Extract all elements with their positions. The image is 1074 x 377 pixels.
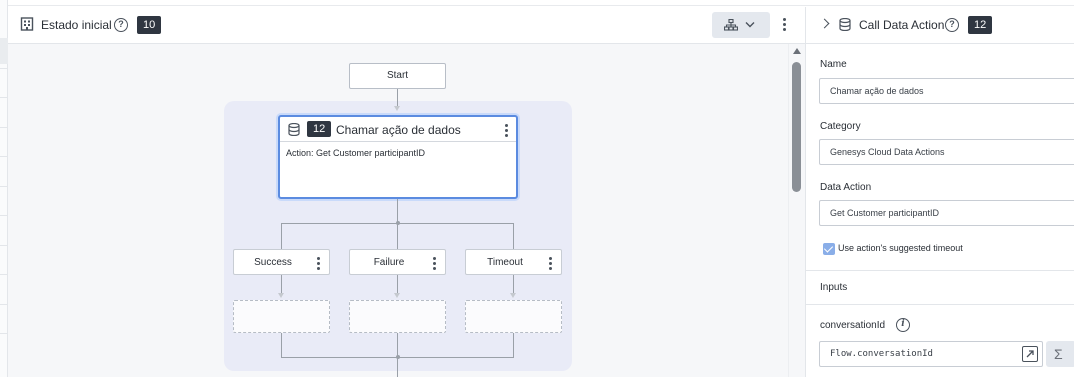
divider <box>806 304 1074 305</box>
properties-title: Call Data Action <box>859 18 945 32</box>
suggested-timeout-label: Use action's suggested timeout <box>838 243 963 253</box>
gutter-tick <box>0 215 8 216</box>
output-success[interactable]: Success <box>233 249 330 275</box>
layout-dropdown-button[interactable] <box>712 12 770 38</box>
connector-arrow-icon <box>394 293 400 298</box>
expression-mode-button[interactable]: Σ <box>1046 341 1074 367</box>
scroll-up-arrow-icon[interactable] <box>793 48 801 54</box>
properties-header: Call Data Action ? 12 <box>806 7 1074 44</box>
output-timeout-label: Timeout <box>487 257 523 268</box>
conversation-id-expression-input[interactable]: Flow.conversationId <box>819 341 1043 367</box>
connector-line <box>281 223 282 249</box>
gutter-selected-row <box>0 38 8 64</box>
connector-line <box>513 333 514 357</box>
category-label: Category <box>820 121 861 132</box>
flow-title: Estado inicial <box>41 18 112 32</box>
expand-editor-icon[interactable] <box>1022 346 1038 362</box>
gutter-tick <box>0 304 8 305</box>
gutter-tick <box>0 127 8 128</box>
drop-slot[interactable] <box>349 300 446 333</box>
properties-badge: 12 <box>968 16 993 34</box>
flow-header: Estado inicial ? 10 <box>8 7 805 44</box>
properties-panel: Call Data Action ? 12 Name Chamar ação d… <box>805 7 1074 377</box>
connector-arrow-icon <box>394 106 400 111</box>
chevron-down-icon <box>745 22 755 28</box>
flow-badge: 10 <box>137 16 162 34</box>
info-icon[interactable]: i <box>896 318 910 332</box>
gutter-tick <box>0 68 8 69</box>
left-gutter <box>0 0 8 377</box>
gutter-tick <box>0 186 8 187</box>
connector-line <box>397 89 398 107</box>
drop-slot[interactable] <box>233 300 330 333</box>
data-action-label: Data Action <box>820 182 872 193</box>
connector-line <box>281 223 514 224</box>
call-data-action-node[interactable]: 12 Chamar ação de dados Action: Get Cust… <box>278 115 518 199</box>
output-menu-icon[interactable] <box>549 257 553 272</box>
connector-arrow-icon <box>510 293 516 298</box>
input-name-label: conversationId <box>820 320 886 331</box>
building-icon <box>20 17 34 31</box>
connector-line <box>513 275 514 294</box>
start-node[interactable]: Start <box>349 63 446 89</box>
drop-slot[interactable] <box>465 300 562 333</box>
hierarchy-icon <box>724 19 738 31</box>
collapse-chevron-icon[interactable] <box>819 18 830 29</box>
app-root: Estado inicial ? 10 Start 12 Chamar ação… <box>0 0 1074 377</box>
divider <box>806 270 1074 271</box>
inputs-heading: Inputs <box>820 282 848 293</box>
data-action-select[interactable]: Get Customer participantID <box>819 200 1074 226</box>
help-icon[interactable]: ? <box>945 18 959 32</box>
connector-junction <box>395 355 400 359</box>
database-icon <box>839 18 851 31</box>
output-menu-icon[interactable] <box>433 257 437 272</box>
scrollbar-thumb[interactable] <box>792 62 801 192</box>
output-failure[interactable]: Failure <box>349 249 446 275</box>
gutter-tick <box>0 274 8 275</box>
output-success-label: Success <box>254 257 292 268</box>
gutter-tick <box>0 156 8 157</box>
more-options-icon[interactable] <box>783 18 787 33</box>
gutter-tick <box>0 333 8 334</box>
action-node-header: 12 Chamar ação de dados <box>280 117 516 142</box>
connector-line <box>281 333 282 357</box>
database-icon <box>288 123 300 136</box>
help-icon[interactable]: ? <box>114 18 128 32</box>
top-border <box>0 0 1074 6</box>
action-node-title: Chamar ação de dados <box>336 123 461 137</box>
action-node-menu-icon[interactable] <box>505 124 509 139</box>
output-menu-icon[interactable] <box>317 257 321 272</box>
connector-line <box>513 223 514 249</box>
connector-line <box>397 275 398 294</box>
output-timeout[interactable]: Timeout <box>465 249 562 275</box>
action-node-badge: 12 <box>307 121 332 137</box>
connector-arrow-icon <box>278 293 284 298</box>
gutter-tick <box>0 245 8 246</box>
suggested-timeout-checkbox[interactable] <box>823 243 835 255</box>
name-field[interactable]: Chamar ação de dados <box>819 78 1074 104</box>
output-failure-label: Failure <box>373 257 405 268</box>
connector-line <box>281 275 282 294</box>
category-select[interactable]: Genesys Cloud Data Actions <box>819 139 1074 165</box>
gutter-tick <box>0 97 8 98</box>
name-label: Name <box>820 59 847 70</box>
action-node-description: Action: Get Customer participantID <box>286 148 426 158</box>
